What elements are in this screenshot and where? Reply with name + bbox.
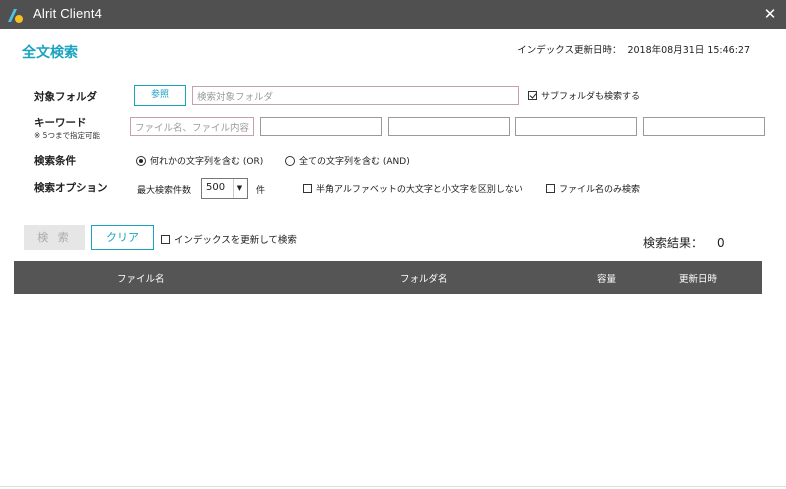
keyword-label: キーワード: [34, 117, 87, 129]
result-count-value: 0: [717, 236, 725, 250]
close-icon[interactable]: ✕: [761, 4, 779, 24]
keyword-input-1[interactable]: ファイル名、ファイル内容: [130, 117, 254, 136]
max-results-label: 最大検索件数: [137, 186, 192, 196]
radio-or-label: 何れかの文字列を含む (OR): [150, 157, 264, 167]
index-updated-label: インデックス更新日時：: [517, 45, 622, 56]
radio-or[interactable]: 何れかの文字列を含む (OR): [136, 154, 263, 167]
case-insensitive-checkbox[interactable]: 半角アルファベットの大文字と小文字を区別しない: [303, 182, 523, 195]
radio-and[interactable]: 全ての文字列を含む (AND): [285, 154, 410, 167]
keyword-input-4[interactable]: [515, 117, 637, 136]
radio-selected-icon: [136, 155, 146, 166]
window-title: Alrit Client4: [33, 6, 103, 21]
results-table-header: ファイル名 フォルダ名 容量 更新日時: [14, 261, 762, 294]
clear-button[interactable]: クリア: [91, 225, 154, 250]
target-folder-label: 対象フォルダ: [34, 91, 97, 103]
update-index-label: インデックスを更新して検索: [174, 235, 297, 246]
column-header-updated[interactable]: 更新日時: [679, 271, 717, 285]
max-results-select[interactable]: 500 ▼: [201, 178, 248, 199]
index-updated-info: インデックス更新日時： 2018年08月31日 15:46:27: [517, 42, 750, 56]
results-table-body[interactable]: [14, 294, 762, 479]
radio-and-label: 全ての文字列を含む (AND): [299, 157, 410, 167]
search-condition-label: 検索条件: [34, 155, 76, 167]
checkbox-unchecked-icon: [546, 184, 555, 193]
search-button[interactable]: 検 索: [24, 225, 85, 250]
result-count: 検索結果： 0: [643, 234, 725, 251]
radio-unselected-icon: [285, 155, 295, 166]
title-bar: Alrit Client4 ✕: [0, 0, 786, 29]
max-results-value: 500: [206, 182, 226, 193]
keyword-input-2[interactable]: [260, 117, 382, 136]
filename-only-label: ファイル名のみ検索: [559, 185, 641, 195]
keyword-input-5[interactable]: [643, 117, 765, 136]
update-index-checkbox[interactable]: インデックスを更新して検索: [161, 232, 297, 246]
column-header-size[interactable]: 容量: [597, 271, 616, 285]
target-folder-input[interactable]: 検索対象フォルダ: [192, 86, 519, 105]
result-count-label: 検索結果：: [643, 236, 704, 250]
browse-button[interactable]: 参照: [134, 85, 186, 106]
app-logo-icon: [8, 9, 23, 23]
checkbox-unchecked-icon: [303, 184, 312, 193]
keyword-note: ※ 5つまで指定可能: [34, 131, 100, 140]
checkbox-unchecked-icon: [161, 234, 170, 244]
page-title: 全文検索: [22, 45, 78, 61]
subfolder-checkbox-label: サブフォルダも検索する: [541, 92, 641, 102]
checkbox-checked-icon: [528, 91, 537, 100]
column-header-folder[interactable]: フォルダ名: [400, 271, 448, 285]
divider: [0, 486, 786, 487]
search-options-label: 検索オプション: [34, 182, 108, 194]
max-results-unit: 件: [256, 186, 266, 196]
index-updated-value: 2018年08月31日 15:46:27: [627, 45, 750, 56]
case-insensitive-label: 半角アルファベットの大文字と小文字を区別しない: [316, 185, 523, 195]
column-header-filename[interactable]: ファイル名: [117, 271, 165, 285]
subfolder-checkbox[interactable]: サブフォルダも検索する: [528, 89, 640, 102]
keyword-input-3[interactable]: [388, 117, 510, 136]
filename-only-checkbox[interactable]: ファイル名のみ検索: [546, 182, 640, 195]
chevron-down-icon: ▼: [233, 179, 245, 198]
